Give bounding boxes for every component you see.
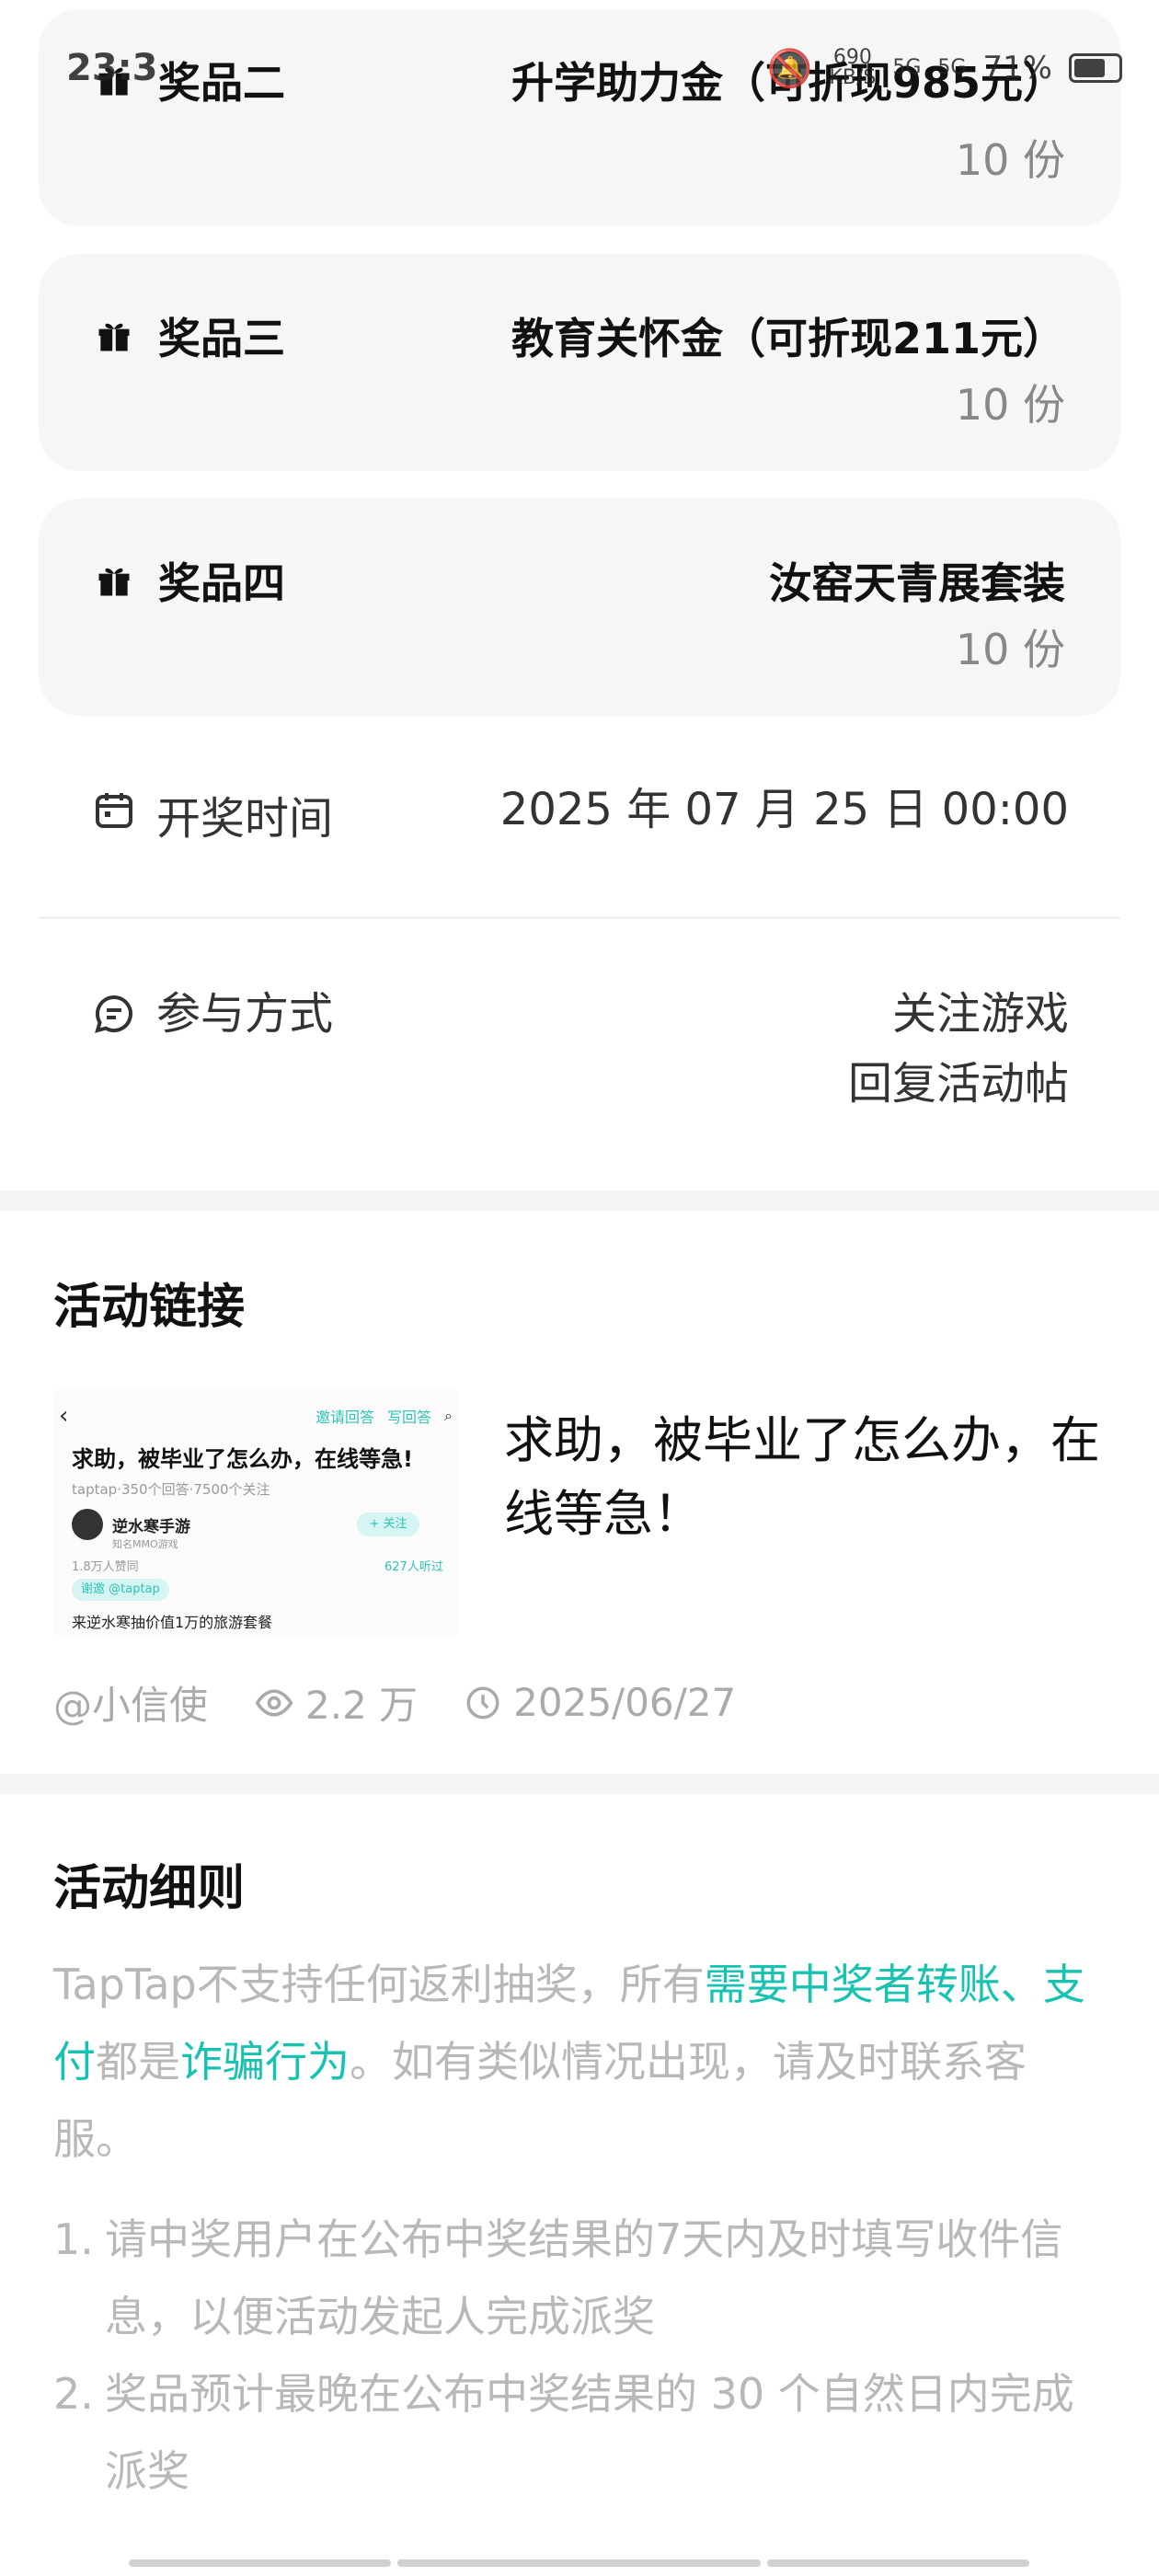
participation-values: 关注游戏 回复活动帖 <box>848 979 1069 1119</box>
divider <box>39 916 1120 919</box>
avatar <box>72 1509 103 1540</box>
home-indicator <box>397 2559 761 2567</box>
thumb-invite-answer: 邀请回答 <box>316 1409 375 1426</box>
rules-list: 1. 请中奖用户在公布中奖结果的7天内及时填写收件信息，以便活动发起人完成派奖 … <box>53 2201 1106 2510</box>
rules-highlight: 诈骗行为 <box>180 2037 350 2087</box>
post-thumbnail: ‹ 邀请回答 写回答 ⌕ 求助，被毕业了怎么办，在线等急! taptap·350… <box>53 1389 458 1638</box>
thumb-listens: 627人听过 <box>384 1560 443 1574</box>
participation-row: 参与方式 关注游戏 回复活动帖 <box>92 986 1069 1119</box>
participation-follow-game: 关注游戏 <box>891 988 1069 1040</box>
prize-card-2: 奖品二 升学助力金（可折现985元） 10 份 <box>39 9 1120 226</box>
prize-count: 10 份 <box>955 625 1065 674</box>
views-count: 2.2 万 <box>305 1683 419 1728</box>
prize-title: 升学助力金（可折现985元） <box>511 58 1065 108</box>
activity-link-post-title[interactable]: 求助，被毕业了怎么办，在线等急！ <box>504 1404 1106 1551</box>
thumb-subtitle: taptap·350个回答·7500个关注 <box>72 1481 270 1498</box>
calendar-icon <box>96 793 132 828</box>
prize-card-4: 奖品四 汝窑天青展套装 10 份 <box>39 499 1120 716</box>
post-author[interactable]: @小信使 <box>53 1674 208 1731</box>
thumb-likes: 1.8万人赞同 <box>72 1560 139 1574</box>
activity-link-meta: @小信使 2.2 万 2025/06/27 <box>53 1674 1106 1731</box>
chat-icon <box>95 995 132 1033</box>
gift-icon <box>98 323 130 351</box>
prize-title: 教育关怀金（可折现211元） <box>511 314 1065 363</box>
section-separator <box>0 1190 1159 1211</box>
home-indicator <box>767 2559 1029 2567</box>
clock-icon <box>466 1686 499 1719</box>
home-indicator <box>129 2559 391 2567</box>
views-stat: 2.2 万 <box>254 1674 418 1731</box>
draw-time-value: 2025 年 07 月 25 日 00:00 <box>499 784 1069 835</box>
thumb-author-tag: 知名MMO游戏 <box>112 1538 178 1550</box>
section-separator <box>0 1774 1159 1794</box>
activity-link-title: 活动链接 <box>53 1280 246 1335</box>
search-icon: ⌕ <box>444 1407 453 1424</box>
participation-reply-post: 回复活动帖 <box>847 1058 1069 1110</box>
prize-name: 奖品三 <box>158 314 285 363</box>
gift-icon <box>98 568 130 596</box>
prize-count: 10 份 <box>955 380 1065 430</box>
post-date: 2025/06/27 <box>513 1680 737 1725</box>
prize-title: 汝窑天青展套装 <box>769 558 1065 608</box>
gift-icon <box>98 67 130 96</box>
thumb-tag: 谢邀 @taptap <box>72 1579 169 1601</box>
thumb-author: 逆水寒手游 <box>72 1509 190 1540</box>
prize-name: 奖品四 <box>158 558 285 608</box>
thumb-follow: + 关注 <box>357 1512 419 1536</box>
thumb-write-answer: 写回答 <box>387 1409 432 1426</box>
prize-name: 奖品二 <box>158 58 285 108</box>
rules-intro-part: 都是 <box>96 2037 180 2087</box>
prize-card-3: 奖品三 教育关怀金（可折现211元） 10 份 <box>39 254 1120 471</box>
rules-intro-part: TapTap不支持任何返利抽奖，所有 <box>53 1960 705 2009</box>
date-stat: 2025/06/27 <box>464 1680 736 1725</box>
thumb-footer: 来逆水寒抽价值1万的旅游套餐 <box>72 1614 273 1631</box>
rule-item: 1. 请中奖用户在公布中奖结果的7天内及时填写收件信息，以便活动发起人完成派奖 <box>53 2214 1063 2341</box>
prize-count: 10 份 <box>955 135 1065 185</box>
participation-label: 参与方式 <box>156 988 334 1040</box>
eye-icon <box>255 1688 293 1717</box>
draw-time-row: 开奖时间 2025 年 07 月 25 日 00:00 <box>92 782 1069 846</box>
activity-link-card[interactable]: ‹ 邀请回答 写回答 ⌕ 求助，被毕业了怎么办，在线等急! taptap·350… <box>53 1389 1106 1647</box>
rule-item: 2. 奖品预计最晚在公布中奖结果的 30 个自然日内完成派奖 <box>53 2369 1074 2496</box>
draw-time-label: 开奖时间 <box>156 793 334 845</box>
back-icon: ‹ <box>59 1402 69 1430</box>
thumb-title: 求助，被毕业了怎么办，在线等急! <box>72 1446 413 1472</box>
rules-intro: TapTap不支持任何返利抽奖，所有需要中奖者转账、支付都是诈骗行为。如有类似情… <box>53 1946 1106 2178</box>
activity-rules-title: 活动细则 <box>53 1861 246 1916</box>
